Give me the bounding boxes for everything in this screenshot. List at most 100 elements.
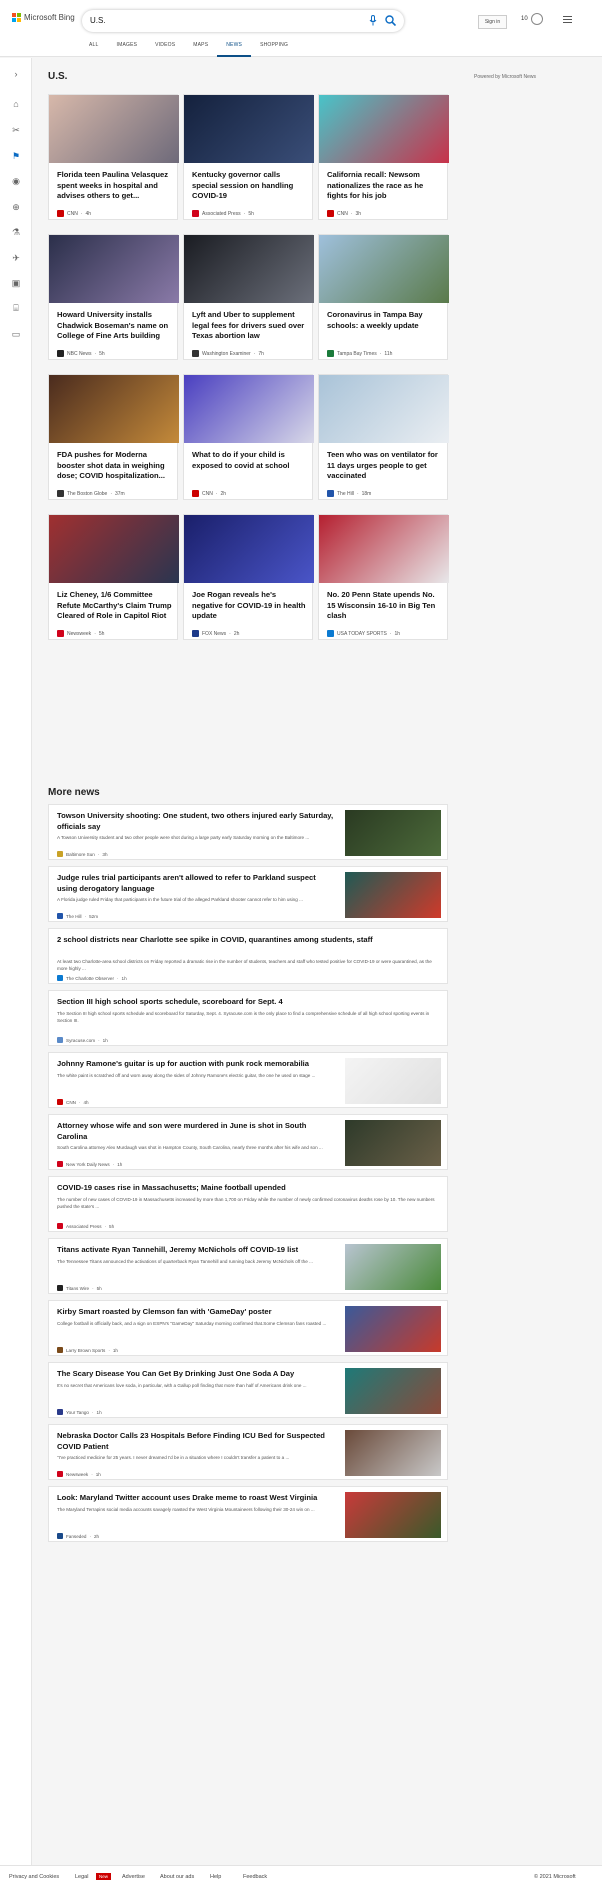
- footer-link-about-our-ads[interactable]: About our ads: [160, 1874, 194, 1880]
- news-card-title[interactable]: Lyft and Uber to supplement legal fees f…: [192, 310, 308, 342]
- list-item-title[interactable]: Johnny Ramone's guitar is up for auction…: [57, 1059, 337, 1070]
- tab-maps[interactable]: MAPS: [184, 41, 217, 57]
- list-item-title[interactable]: Judge rules trial participants aren't al…: [57, 873, 337, 894]
- list-item[interactable]: 2 school districts near Charlotte see sp…: [48, 928, 448, 984]
- list-item[interactable]: Johnny Ramone's guitar is up for auction…: [48, 1052, 448, 1108]
- footer-link-help[interactable]: Help: [210, 1874, 221, 1880]
- news-card-image[interactable]: [49, 95, 179, 163]
- tab-all[interactable]: ALL: [80, 41, 108, 57]
- news-card-image[interactable]: [184, 235, 314, 303]
- card-icon[interactable]: ▭: [10, 328, 22, 340]
- news-card-image[interactable]: [49, 235, 179, 303]
- news-card-image[interactable]: [184, 375, 314, 443]
- list-item[interactable]: Nebraska Doctor Calls 23 Hospitals Befor…: [48, 1424, 448, 1480]
- news-card[interactable]: Joe Rogan reveals he's negative for COVI…: [183, 514, 314, 640]
- hamburger-menu-icon[interactable]: [563, 16, 572, 25]
- list-item[interactable]: The Scary Disease You Can Get By Drinkin…: [48, 1362, 448, 1418]
- news-card-image[interactable]: [319, 515, 449, 583]
- news-card[interactable]: No. 20 Penn State upends No. 15 Wisconsi…: [318, 514, 449, 640]
- news-card-image[interactable]: [49, 515, 179, 583]
- search-box[interactable]: U.S.: [82, 10, 404, 32]
- sports-icon[interactable]: ✂: [10, 124, 22, 136]
- footer-link-feedback[interactable]: Feedback: [243, 1874, 267, 1880]
- footer-link-advertise[interactable]: Advertise: [122, 1874, 145, 1880]
- list-item-title[interactable]: Kirby Smart roasted by Clemson fan with …: [57, 1307, 337, 1318]
- sign-in-button[interactable]: Sign in: [478, 15, 507, 29]
- list-item-title[interactable]: Nebraska Doctor Calls 23 Hospitals Befor…: [57, 1431, 337, 1452]
- news-card-image[interactable]: [319, 95, 449, 163]
- money-icon[interactable]: ⌸: [10, 302, 22, 314]
- rewards-button[interactable]: 10: [521, 13, 543, 25]
- science-icon[interactable]: ⚗: [10, 226, 22, 238]
- news-card-title[interactable]: Liz Cheney, 1/6 Committee Refute McCarth…: [57, 590, 173, 622]
- list-item[interactable]: Attorney whose wife and son were murdere…: [48, 1114, 448, 1170]
- news-card[interactable]: Liz Cheney, 1/6 Committee Refute McCarth…: [48, 514, 179, 640]
- list-item-title[interactable]: 2 school districts near Charlotte see sp…: [57, 935, 437, 946]
- news-card-title[interactable]: Teen who was on ventilator for 11 days u…: [327, 450, 443, 482]
- list-item-image[interactable]: [345, 1120, 441, 1166]
- list-item-image[interactable]: [345, 1430, 441, 1476]
- news-card-image[interactable]: [184, 515, 314, 583]
- news-card-title[interactable]: Coronavirus in Tampa Bay schools: a week…: [327, 310, 443, 331]
- list-item-title[interactable]: Towson University shooting: One student,…: [57, 811, 337, 832]
- news-card-image[interactable]: [319, 375, 449, 443]
- list-item[interactable]: Look: Maryland Twitter account uses Drak…: [48, 1486, 448, 1542]
- list-item-image[interactable]: [345, 1306, 441, 1352]
- list-item[interactable]: Towson University shooting: One student,…: [48, 804, 448, 860]
- tab-images[interactable]: IMAGES: [108, 41, 147, 57]
- microphone-icon[interactable]: [369, 15, 377, 26]
- news-card-title[interactable]: What to do if your child is exposed to c…: [192, 450, 308, 471]
- list-item-image[interactable]: [345, 872, 441, 918]
- news-card-title[interactable]: Kentucky governor calls special session …: [192, 170, 308, 202]
- list-item-image[interactable]: [345, 810, 441, 856]
- news-card-title[interactable]: Florida teen Paulina Velasquez spent wee…: [57, 170, 173, 202]
- list-item-image[interactable]: [345, 1058, 441, 1104]
- news-card-image[interactable]: [319, 235, 449, 303]
- news-card[interactable]: Florida teen Paulina Velasquez spent wee…: [48, 94, 179, 220]
- list-item-image[interactable]: [345, 1492, 441, 1538]
- world-icon[interactable]: ⊕: [10, 201, 22, 213]
- news-card[interactable]: Kentucky governor calls special session …: [183, 94, 314, 220]
- tab-shopping[interactable]: SHOPPING: [251, 41, 297, 57]
- news-card-title[interactable]: California recall: Newsom nationalizes t…: [327, 170, 443, 202]
- footer-link-legal[interactable]: Legal: [75, 1874, 88, 1880]
- news-card[interactable]: Teen who was on ventilator for 11 days u…: [318, 374, 449, 500]
- list-item[interactable]: COVID-19 cases rise in Massachusetts; Ma…: [48, 1176, 448, 1232]
- list-item-title[interactable]: Look: Maryland Twitter account uses Drak…: [57, 1493, 337, 1504]
- tab-videos[interactable]: VIDEOS: [146, 41, 184, 57]
- news-card-image[interactable]: [49, 375, 179, 443]
- list-item-image[interactable]: [345, 1368, 441, 1414]
- flag-icon[interactable]: ⚑: [10, 150, 22, 162]
- news-card[interactable]: Coronavirus in Tampa Bay schools: a week…: [318, 234, 449, 360]
- news-card[interactable]: FDA pushes for Moderna booster shot data…: [48, 374, 179, 500]
- news-card[interactable]: California recall: Newsom nationalizes t…: [318, 94, 449, 220]
- search-input[interactable]: U.S.: [90, 16, 106, 25]
- footer-link-privacy-and-cookies[interactable]: Privacy and Cookies: [9, 1874, 59, 1880]
- list-item-title[interactable]: Titans activate Ryan Tannehill, Jeremy M…: [57, 1245, 337, 1256]
- news-card-title[interactable]: No. 20 Penn State upends No. 15 Wisconsi…: [327, 590, 443, 622]
- list-item-title[interactable]: COVID-19 cases rise in Massachusetts; Ma…: [57, 1183, 437, 1194]
- list-item-title[interactable]: Section III high school sports schedule,…: [57, 997, 437, 1008]
- chevron-right-icon[interactable]: ›: [10, 68, 22, 80]
- rocket-icon[interactable]: ✈: [10, 252, 22, 264]
- tab-news[interactable]: NEWS: [217, 41, 252, 57]
- list-item[interactable]: Kirby Smart roasted by Clemson fan with …: [48, 1300, 448, 1356]
- list-item-title[interactable]: The Scary Disease You Can Get By Drinkin…: [57, 1369, 337, 1380]
- news-card-title[interactable]: Howard University installs Chadwick Bose…: [57, 310, 173, 342]
- list-item-title[interactable]: Attorney whose wife and son were murdere…: [57, 1121, 337, 1142]
- list-item-image[interactable]: [345, 1244, 441, 1290]
- news-card[interactable]: Lyft and Uber to supplement legal fees f…: [183, 234, 314, 360]
- list-item[interactable]: Titans activate Ryan Tannehill, Jeremy M…: [48, 1238, 448, 1294]
- bing-logo[interactable]: Microsoft Bing: [12, 13, 75, 22]
- search-icon[interactable]: [385, 15, 396, 26]
- home-icon[interactable]: ⌂: [10, 98, 22, 110]
- list-item[interactable]: Section III high school sports schedule,…: [48, 990, 448, 1046]
- list-item[interactable]: Judge rules trial participants aren't al…: [48, 866, 448, 922]
- location-icon[interactable]: ◉: [10, 175, 22, 187]
- news-card-title[interactable]: FDA pushes for Moderna booster shot data…: [57, 450, 173, 482]
- news-card[interactable]: Howard University installs Chadwick Bose…: [48, 234, 179, 360]
- news-card-image[interactable]: [184, 95, 314, 163]
- entertainment-icon[interactable]: ▣: [10, 277, 22, 289]
- news-card[interactable]: What to do if your child is exposed to c…: [183, 374, 314, 500]
- news-card-title[interactable]: Joe Rogan reveals he's negative for COVI…: [192, 590, 308, 622]
